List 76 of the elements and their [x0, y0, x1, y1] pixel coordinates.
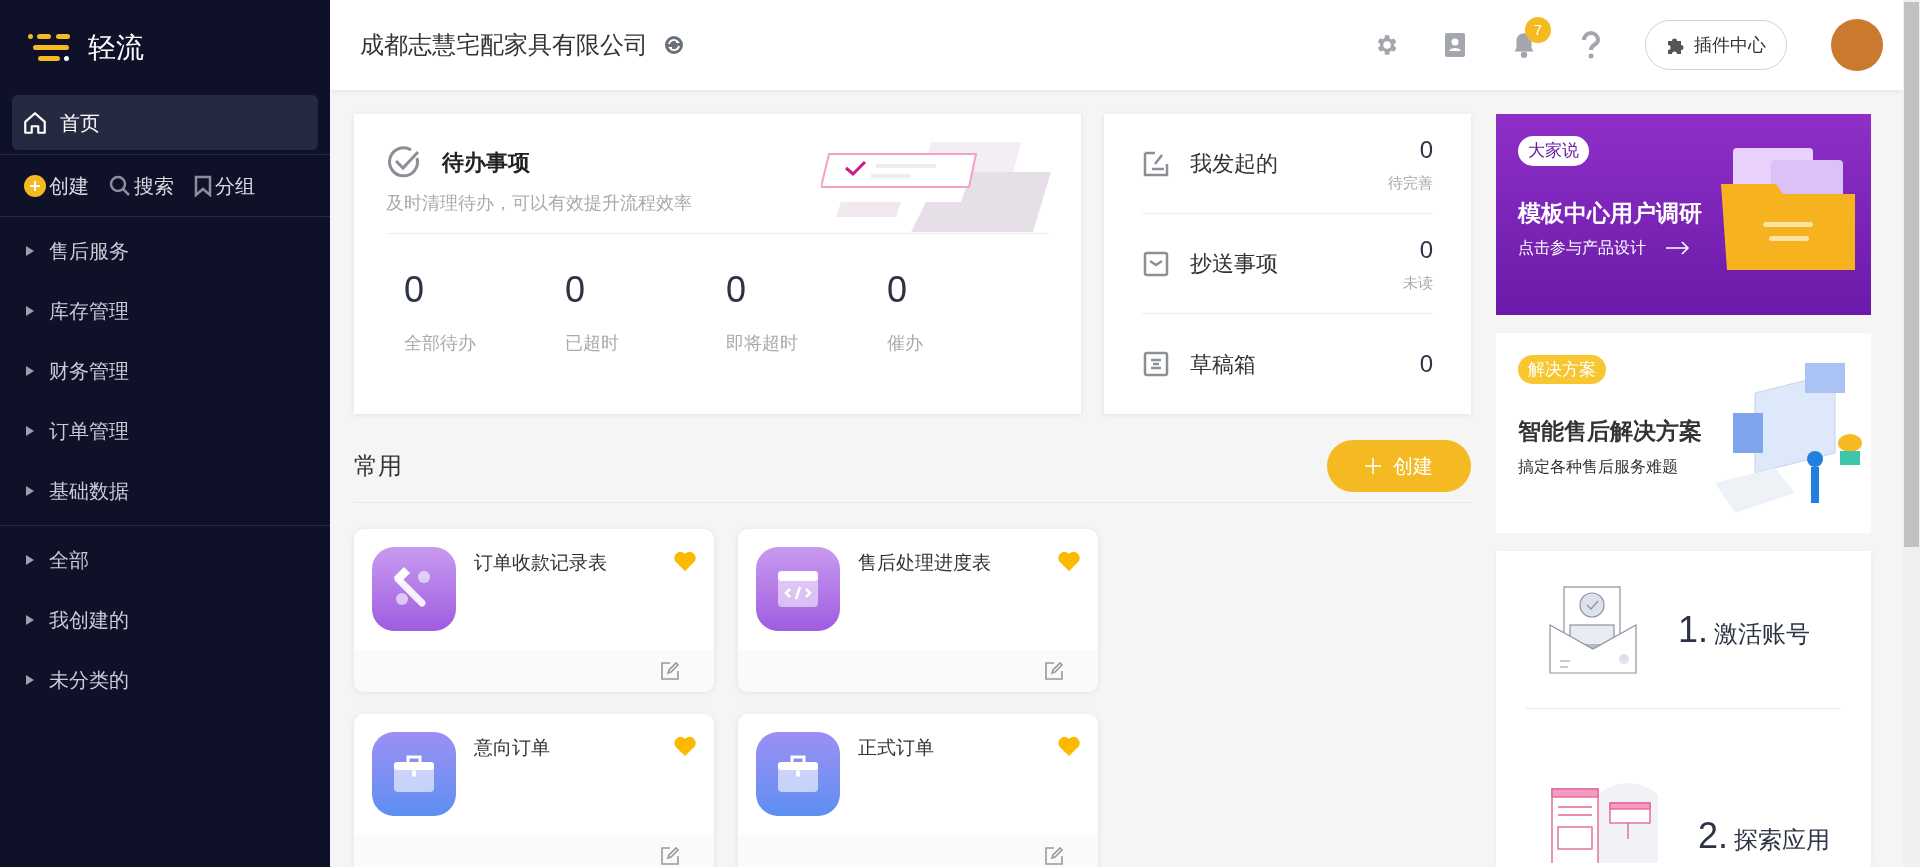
sidebar-item[interactable]: 售后服务	[0, 221, 330, 281]
app-name: 订单收款记录表	[474, 551, 608, 575]
sidebar-action[interactable]: 分组	[194, 170, 255, 201]
help-icon[interactable]	[1581, 31, 1601, 59]
triangle-icon	[25, 485, 35, 497]
app-card[interactable]: 订单收款记录表	[354, 529, 714, 692]
scrollbar[interactable]	[1903, 0, 1920, 867]
survey-banner[interactable]: 大家说 模板中心用户调研 点击参与产品设计	[1496, 114, 1871, 315]
company-name: 成都志慧宅配家具有限公司	[360, 30, 648, 60]
sidebar-item[interactable]: 库存管理	[0, 281, 330, 341]
my-item-row[interactable]: 草稿箱 0	[1142, 314, 1433, 414]
sidebar-item[interactable]: 财务管理	[0, 341, 330, 401]
todo-stat[interactable]: 0 已超时	[565, 272, 726, 357]
avatar[interactable]	[1831, 19, 1883, 71]
edit-icon[interactable]	[660, 846, 680, 866]
bookmark-icon	[194, 174, 212, 197]
sidebar-item[interactable]: 订单管理	[0, 401, 330, 461]
heart-icon[interactable]	[674, 736, 696, 756]
arrow-right-icon	[1666, 241, 1690, 255]
edit-icon[interactable]	[1044, 661, 1064, 681]
todo-stat[interactable]: 0 即将超时	[726, 272, 887, 357]
search-icon	[109, 174, 131, 197]
triangle-icon	[25, 614, 35, 626]
check-circle-icon	[386, 144, 422, 180]
plugin-center-button[interactable]: 插件中心	[1645, 20, 1787, 70]
sidebar-action[interactable]: 搜索	[109, 170, 174, 201]
plus-circle-icon	[24, 174, 46, 197]
banner-tag: 大家说	[1518, 136, 1589, 166]
contacts-icon[interactable]	[1443, 32, 1467, 58]
triangle-icon	[25, 305, 35, 317]
app-name: 意向订单	[474, 736, 551, 760]
my-item-row[interactable]: 抄送事项 0 未读	[1142, 214, 1433, 314]
banner-subtitle: 点击参与产品设计	[1518, 238, 1646, 258]
sidebar-item[interactable]: 我创建的	[0, 590, 330, 650]
my-item-row[interactable]: 我发起的 0 待完善	[1142, 114, 1433, 214]
banner-title: 智能售后解决方案	[1518, 417, 1703, 446]
app-card[interactable]: 意向订单	[354, 714, 714, 867]
sidebar-action[interactable]: 创建	[24, 170, 89, 201]
banner-tag: 解决方案	[1518, 354, 1606, 384]
draft-icon	[1142, 350, 1170, 378]
todo-stat[interactable]: 0 催办	[887, 272, 1048, 357]
logo-icon	[28, 31, 72, 64]
app-name: 售后处理进度表	[858, 551, 992, 575]
heart-icon[interactable]	[674, 551, 696, 571]
sidebar-item[interactable]: 全部	[0, 530, 330, 590]
plus-icon	[1365, 458, 1381, 474]
home-icon	[22, 109, 48, 136]
inbox-icon	[1142, 249, 1170, 278]
heart-icon[interactable]	[1058, 736, 1080, 756]
banner-subtitle: 搞定各种售后服务难题	[1518, 456, 1678, 477]
section-title: 常用	[354, 451, 402, 481]
heart-icon[interactable]	[1058, 551, 1080, 571]
edit-icon[interactable]	[660, 661, 680, 681]
todo-stat[interactable]: 0 全部待办	[404, 272, 565, 357]
app-card[interactable]: 售后处理进度表	[738, 529, 1098, 692]
sidebar-item[interactable]: 基础数据	[0, 461, 330, 521]
home-nav-item[interactable]: 首页	[12, 95, 318, 150]
triangle-icon	[25, 554, 35, 566]
edit-icon[interactable]	[1044, 846, 1064, 866]
triangle-icon	[25, 365, 35, 377]
triangle-icon	[25, 425, 35, 437]
triangle-icon	[25, 245, 35, 257]
todo-title: 待办事项	[442, 148, 530, 177]
notification-badge: 7	[1525, 17, 1551, 43]
app-name: 正式订单	[858, 736, 935, 760]
todo-subtitle: 及时清理待办，可以有效提升流程效率	[386, 192, 693, 215]
banner-title: 模板中心用户调研	[1518, 198, 1703, 228]
logo-text: 轻流	[88, 30, 144, 65]
app-card[interactable]: 正式订单	[738, 714, 1098, 867]
switch-icon[interactable]	[664, 35, 684, 55]
solution-banner[interactable]: 解决方案 智能售后解决方案 搞定各种售后服务难题	[1496, 332, 1871, 533]
step-label[interactable]: 2. 探索应用	[1698, 809, 1831, 863]
step-label[interactable]: 1. 激活账号	[1678, 602, 1811, 657]
triangle-icon	[25, 674, 35, 686]
edit-icon	[1142, 149, 1170, 178]
sidebar-item[interactable]: 未分类的	[0, 650, 330, 710]
